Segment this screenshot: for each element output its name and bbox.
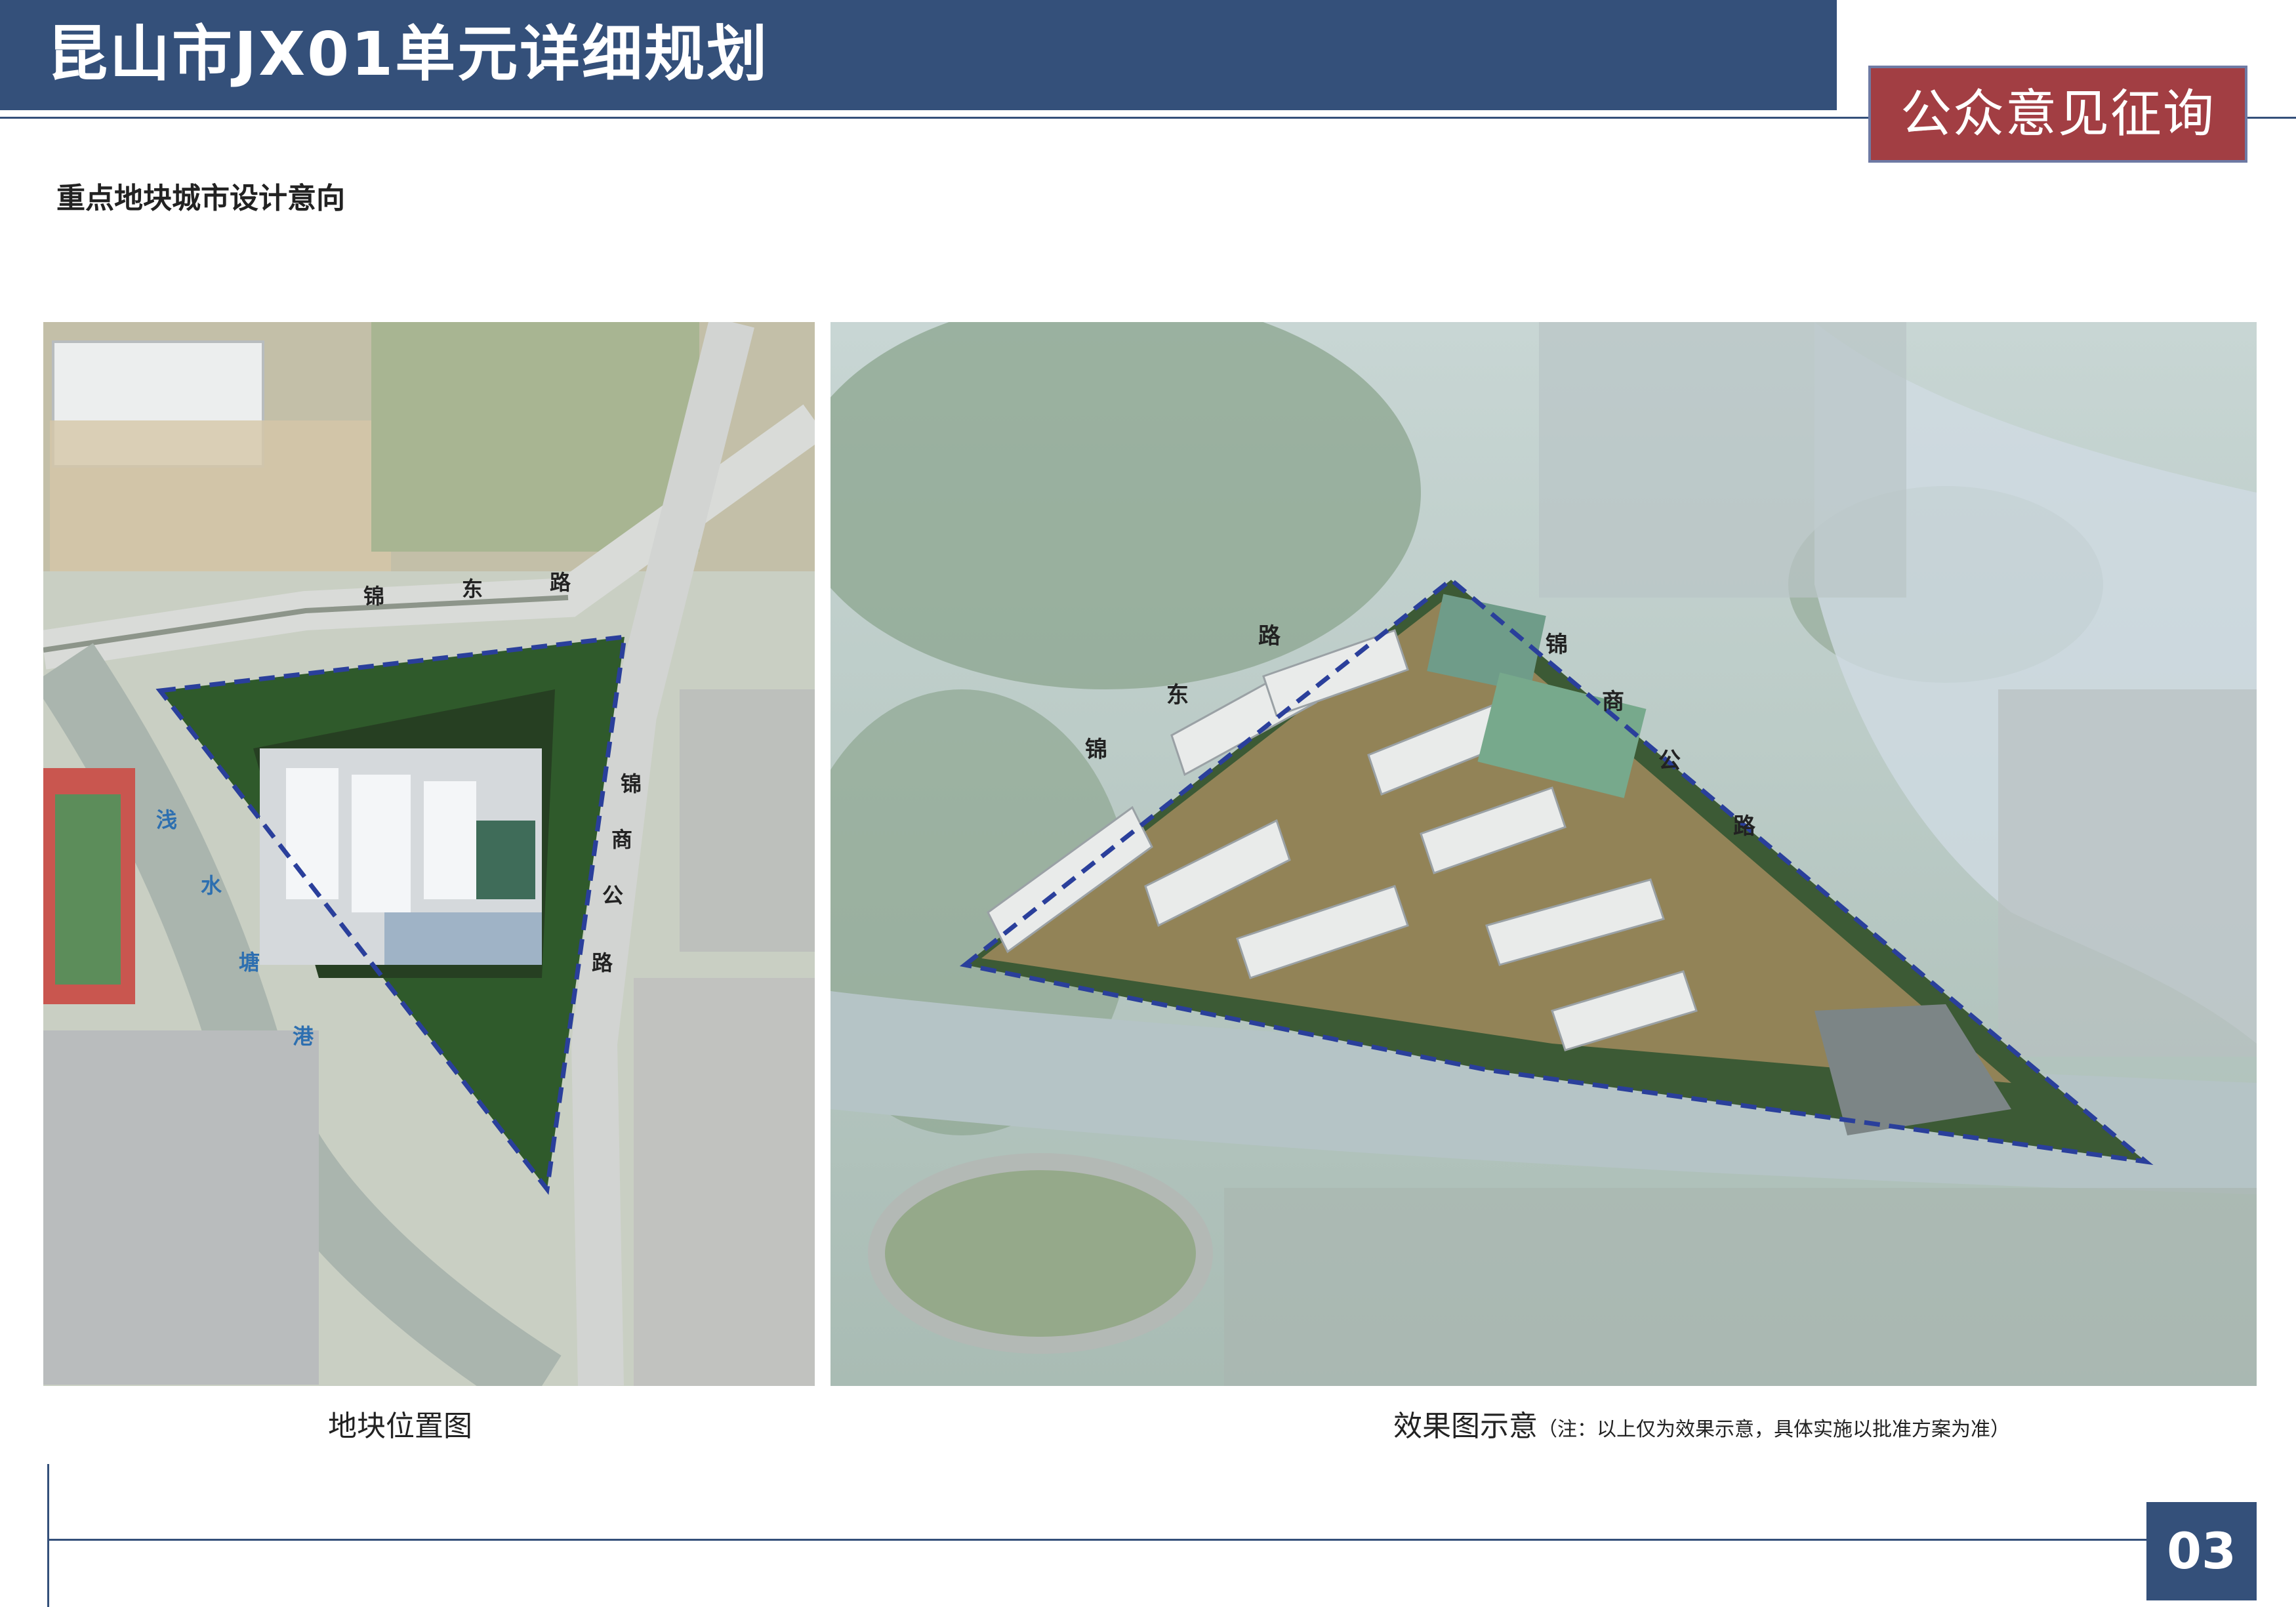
road-label-char: 锦 [621, 771, 642, 796]
design-rendering-image: 锦 东 路 锦 商 公 路 [830, 322, 2257, 1386]
road-label-char: 锦 [1546, 632, 1568, 658]
page-title: 昆山市JX01单元详细规划 [47, 19, 769, 89]
road-label-char: 商 [611, 827, 632, 852]
road-label-char: 东 [462, 577, 483, 601]
footer-divider [47, 1539, 2245, 1541]
road-label-char: 商 [1602, 689, 1624, 715]
rendering-caption-row: 效果图示意（注：以上仅为效果示意，具体实施以批准方案为准） [1393, 1402, 2010, 1444]
road-label-char: 公 [1658, 748, 1681, 774]
location-map: 锦 东 路 锦 商 公 路 浅 水 塘 港 [43, 322, 815, 1386]
rendering-caption: 效果图示意 [1393, 1410, 1538, 1443]
road-label-char: 路 [1258, 623, 1281, 649]
road-label-char: 公 [602, 883, 623, 908]
header-bar: 昆山市JX01单元详细规划 [0, 0, 1837, 110]
rendering-disclaimer: （注：以上仅为效果示意，具体实施以批准方案为准） [1538, 1418, 2010, 1441]
road-label-char: 路 [1733, 813, 1756, 840]
page-number: 03 [2146, 1502, 2257, 1600]
section-subtitle: 重点地块城市设计意向 [56, 182, 345, 215]
footer-vertical-rule [47, 1464, 49, 1607]
road-label-char: 路 [592, 950, 613, 975]
road-label-char: 东 [1166, 682, 1189, 708]
design-rendering: 锦 东 路 锦 商 公 路 [830, 322, 2257, 1386]
road-label-char: 路 [550, 570, 571, 595]
public-consultation-stamp: 公众意见征询 [1868, 66, 2247, 163]
water-label-char: 塘 [239, 950, 260, 975]
water-label-char: 港 [293, 1024, 314, 1049]
location-map-caption: 地块位置图 [328, 1410, 472, 1443]
road-label-char: 锦 [363, 584, 384, 609]
road-label-char: 锦 [1085, 737, 1107, 763]
water-label-char: 浅 [156, 807, 177, 832]
location-map-image: 锦 东 路 锦 商 公 路 浅 水 塘 港 [43, 322, 815, 1386]
water-label-char: 水 [201, 873, 222, 898]
